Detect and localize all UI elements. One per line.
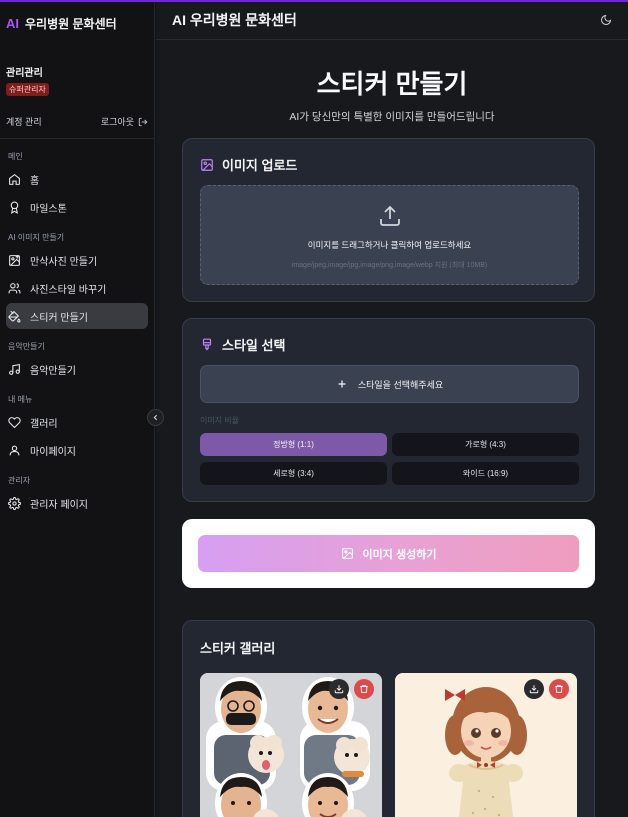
moon-icon[interactable] bbox=[600, 14, 612, 26]
ratio-option-landscape[interactable]: 가로형 (4:3) bbox=[392, 433, 579, 456]
logout-label: 로그아웃 bbox=[100, 117, 134, 127]
sidebar-item-label: 사진스타일 바꾸기 bbox=[30, 284, 107, 296]
logout-button[interactable]: 로그아웃 bbox=[101, 115, 148, 128]
ratio-option-portrait[interactable]: 세로형 (3:4) bbox=[200, 462, 387, 485]
download-button[interactable] bbox=[329, 679, 349, 699]
sidebar-item-mypage[interactable]: 마이페이지 bbox=[6, 437, 148, 463]
image-icon bbox=[201, 158, 213, 171]
sidebar-item-maternity[interactable]: 만삭사진 만들기 bbox=[6, 247, 148, 273]
delete-button[interactable] bbox=[354, 679, 374, 699]
music-icon bbox=[9, 363, 20, 375]
top-accent-line bbox=[0, 0, 628, 2]
page-subtitle: AI가 당신만의 특별한 이미지를 만들어드립니다 bbox=[289, 111, 495, 123]
sidebar-item-home[interactable]: 홈 bbox=[6, 166, 148, 192]
upload-title-text: 이미지 업로드 bbox=[222, 158, 298, 173]
sidebar: AI 우리병원 문화센터 관리관리 슈퍼관리자 계정 관리 로그아웃 메인 홈 … bbox=[0, 0, 155, 817]
brand-logo: AI bbox=[6, 15, 19, 31]
settings-icon bbox=[8, 496, 21, 510]
user-role-badge: 슈퍼관리자 bbox=[6, 83, 49, 96]
thumbnail-actions bbox=[524, 679, 569, 699]
nav-section-admin: 관리자 bbox=[8, 476, 31, 485]
gallery-thumbnail[interactable] bbox=[200, 673, 382, 817]
select-style-label: 스타일을 선택해주세요 bbox=[357, 379, 444, 390]
sidebar-item-sticker[interactable]: 스티커 만들기 bbox=[6, 303, 148, 329]
select-style-button[interactable]: 스타일을 선택해주세요 bbox=[200, 365, 579, 403]
sidebar-item-label: 만삭사진 만들기 bbox=[30, 256, 98, 268]
ratio-option-wide[interactable]: 와이드 (16:9) bbox=[392, 462, 579, 485]
account-row: 계정 관리 로그아웃 bbox=[0, 97, 154, 139]
style-card-title: 스타일 선택 bbox=[183, 319, 594, 354]
sidebar-item-milestone[interactable]: 마일스톤 bbox=[6, 194, 148, 220]
upload-card: 이미지 업로드 이미지를 드래그하거나 클릭하여 업로드하세요 image/jp… bbox=[182, 138, 595, 302]
brand[interactable]: AI 우리병원 문화센터 bbox=[0, 0, 154, 46]
ratio-label: 이미지 비율 bbox=[200, 416, 240, 425]
thumbnail-actions bbox=[329, 679, 374, 699]
upload-dropzone[interactable]: 이미지를 드래그하거나 클릭하여 업로드하세요 image/jpeg,image… bbox=[200, 185, 579, 285]
heart-icon bbox=[8, 416, 21, 428]
nav-section-music: 음악만들기 bbox=[8, 342, 45, 351]
gallery-title: 스티커 갤러리 bbox=[200, 641, 276, 656]
sidebar-item-label: 마일스톤 bbox=[30, 203, 67, 215]
sidebar-item-photo-style[interactable]: 사진스타일 바꾸기 bbox=[6, 275, 148, 301]
sidebar-item-label: 스티커 만들기 bbox=[30, 312, 88, 324]
plus-icon bbox=[338, 380, 346, 388]
users-icon bbox=[8, 282, 21, 293]
trash-icon bbox=[360, 685, 368, 693]
ratio-options: 정방형 (1:1) 가로형 (4:3) 세로형 (3:4) 와이드 (16:9) bbox=[200, 433, 579, 485]
sidebar-item-label: 음악만들기 bbox=[30, 365, 76, 377]
user-icon bbox=[9, 445, 20, 455]
chevron-left-icon bbox=[153, 414, 158, 421]
logout-icon bbox=[138, 117, 148, 126]
home-icon bbox=[9, 173, 20, 185]
header-title: AI 우리병원 문화센터 bbox=[172, 11, 297, 28]
sidebar-collapse-button[interactable] bbox=[147, 409, 164, 426]
nav-section-ai: AI 이미지 만들기 bbox=[8, 233, 65, 242]
nav-section-main: 메인 bbox=[8, 152, 23, 161]
trash-icon bbox=[555, 685, 563, 693]
account-settings-link[interactable]: 계정 관리 bbox=[6, 115, 42, 128]
sidebar-item-gallery[interactable]: 갤러리 bbox=[6, 409, 148, 435]
sidebar-item-label: 갤러리 bbox=[30, 418, 58, 430]
upload-card-title: 이미지 업로드 bbox=[183, 139, 594, 174]
download-icon bbox=[529, 685, 539, 694]
gallery-thumbnail[interactable] bbox=[395, 673, 577, 817]
user-name: 관리관리 bbox=[6, 68, 43, 79]
generate-panel: 이미지 생성하기 bbox=[182, 519, 595, 588]
sidebar-item-label: 마이페이지 bbox=[30, 446, 76, 458]
gallery-card: 스티커 갤러리 bbox=[182, 620, 595, 817]
paint-bucket-icon bbox=[8, 310, 21, 322]
sidebar-item-music[interactable]: 음악만들기 bbox=[6, 356, 148, 382]
download-button[interactable] bbox=[524, 679, 544, 699]
upload-icon bbox=[379, 205, 400, 226]
sidebar-item-label: 관리자 페이지 bbox=[30, 499, 88, 511]
dropzone-instruction: 이미지를 드래그하거나 클릭하여 업로드하세요 bbox=[307, 240, 472, 250]
brush-icon bbox=[202, 338, 212, 350]
style-card: 스타일 선택 스타일을 선택해주세요 이미지 비율 정방형 (1:1) 가로형 … bbox=[182, 318, 595, 502]
ratio-option-square[interactable]: 정방형 (1:1) bbox=[200, 433, 387, 456]
style-title-text: 스타일 선택 bbox=[222, 338, 286, 353]
image-plus-icon bbox=[9, 254, 20, 266]
award-icon bbox=[10, 201, 19, 214]
main-content: AI 우리병원 문화센터 스티커 만들기 AI가 당신만의 특별한 이미지를 만… bbox=[156, 0, 628, 817]
sidebar-item-label: 홈 bbox=[30, 175, 40, 187]
nav-section-my: 내 메뉴 bbox=[8, 395, 33, 404]
dropzone-formats: image/jpeg,image/jpg,image/png,image/web… bbox=[291, 262, 488, 269]
delete-button[interactable] bbox=[549, 679, 569, 699]
image-icon bbox=[341, 548, 353, 559]
generate-image-button[interactable]: 이미지 생성하기 bbox=[198, 535, 579, 572]
top-header: AI 우리병원 문화센터 bbox=[156, 0, 628, 40]
generate-label: 이미지 생성하기 bbox=[362, 548, 437, 561]
page-title: 스티커 만들기 bbox=[316, 69, 468, 99]
download-icon bbox=[334, 685, 344, 694]
sidebar-item-admin[interactable]: 관리자 페이지 bbox=[6, 490, 148, 516]
brand-name: 우리병원 문화센터 bbox=[25, 16, 117, 31]
user-block: 관리관리 슈퍼관리자 bbox=[0, 46, 154, 97]
